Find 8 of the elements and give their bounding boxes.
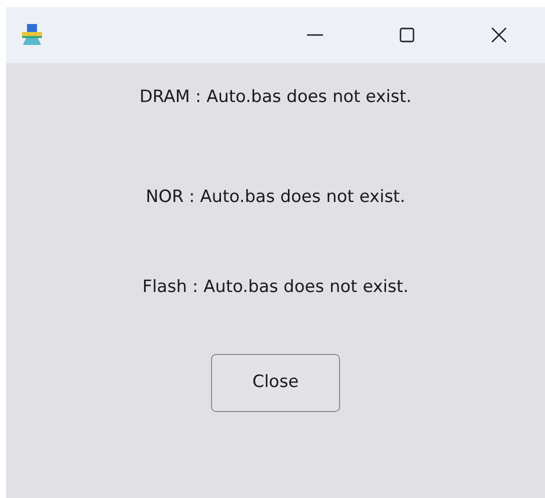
close-dialog-button[interactable]: Close: [211, 354, 340, 412]
message-text: NOR : Auto.bas does not exist.: [146, 186, 406, 209]
maximize-icon: [398, 26, 416, 44]
minimize-icon: [307, 34, 323, 36]
message-text: Flash : Auto.bas does not exist.: [142, 276, 409, 299]
printer-icon: [21, 23, 43, 47]
close-icon: [490, 26, 508, 44]
message-text: DRAM : Auto.bas does not exist.: [139, 86, 412, 109]
